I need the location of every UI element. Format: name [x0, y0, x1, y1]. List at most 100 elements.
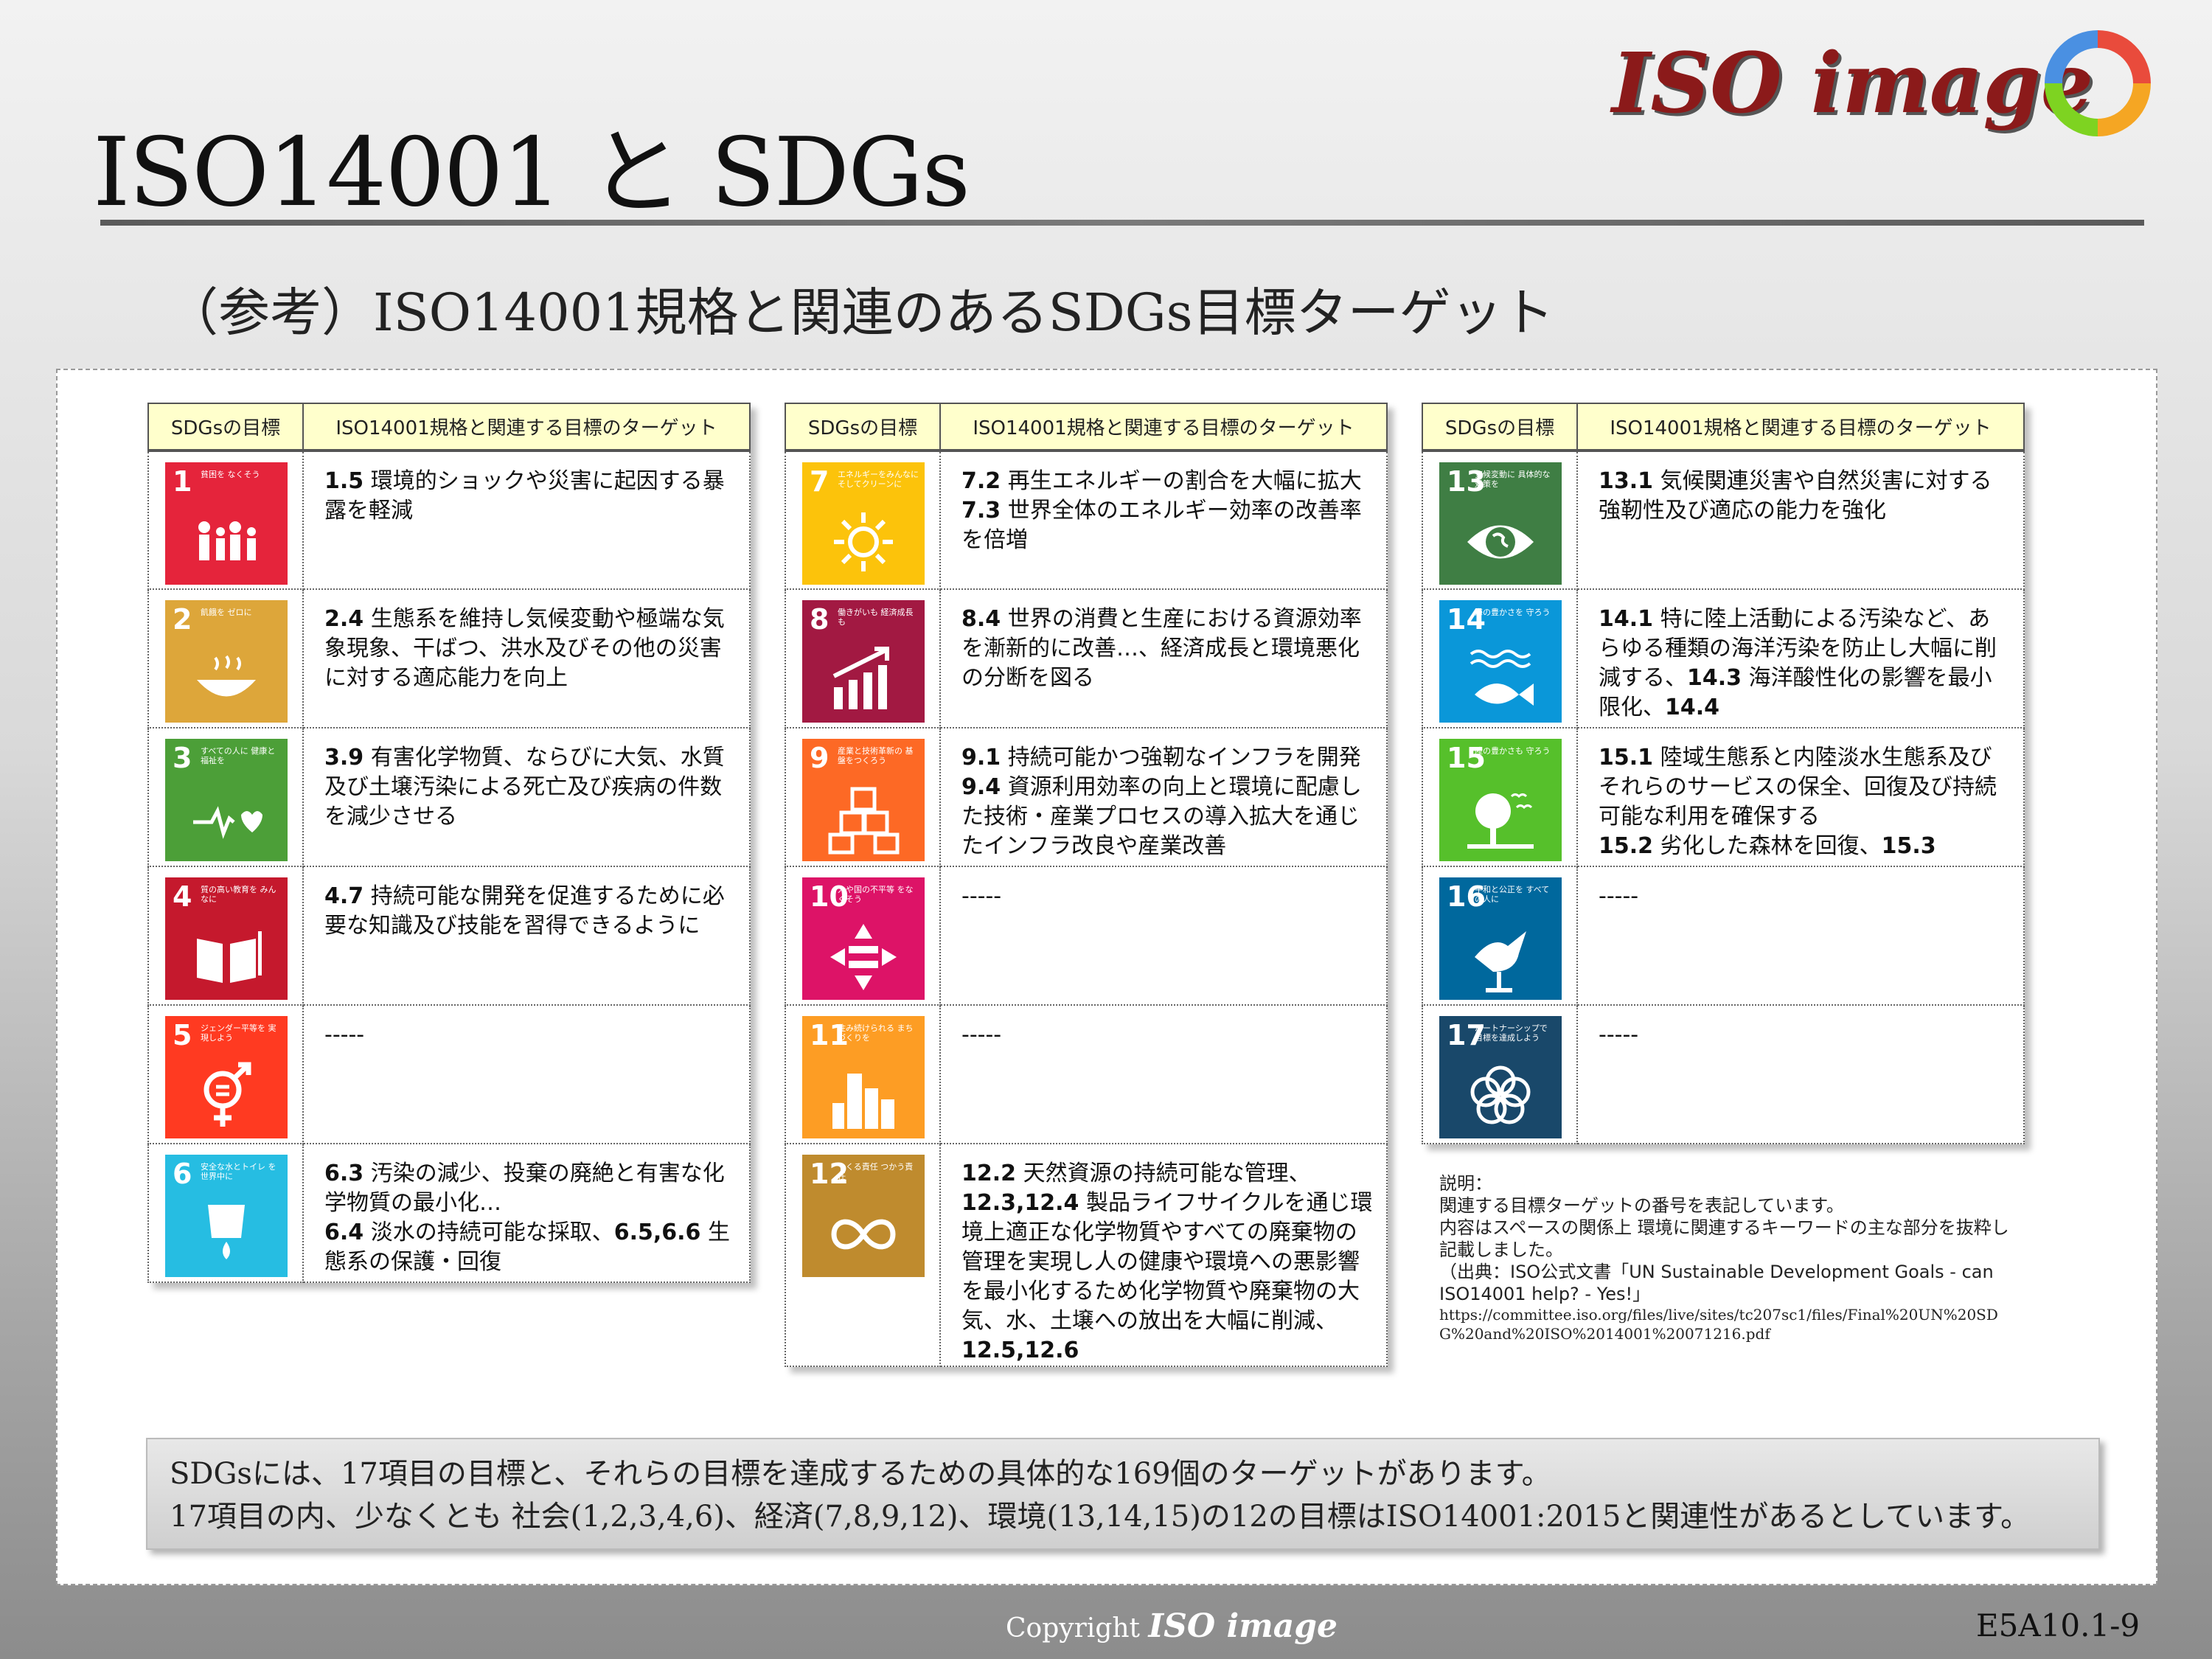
- sdg-goal-7-tile: 7 エネルギーをみんなに そしてクリーンに: [802, 462, 925, 585]
- target-number: 3.9: [324, 745, 364, 771]
- target-cell: 1.5 環境的ショックや災害に起因する暴露を軽減: [302, 450, 751, 590]
- target-text: 有害化学物質、ならびに大気、水質及び土壌汚染による死亡及び疾病の件数を減少させる: [324, 745, 725, 830]
- target-number: 12.3,12.4: [961, 1190, 1079, 1216]
- table-row: 15 陸の豊かさも 守ろう 15.1 陸域生態系と内陸淡水生態系及びそれらのサービス…: [1422, 727, 2025, 867]
- table-row: 17 パートナーシップで 目標を達成しよう -----: [1422, 1004, 2025, 1144]
- target-number: 12.5,12.6: [961, 1338, 1079, 1363]
- sdg-goal-2-tile: 2 飢餓を ゼロに: [165, 600, 288, 723]
- target-number: 2.4: [324, 606, 364, 632]
- target-number: 6.6: [661, 1220, 701, 1245]
- target-text: -----: [1599, 883, 1639, 909]
- goal-cell: 2 飢餓を ゼロに: [147, 588, 304, 728]
- sdg-goal-12-tile: 12 つくる責任 つかう責任: [802, 1155, 925, 1277]
- goal-cell: 16 平和と公正を すべての人に: [1422, 866, 1578, 1006]
- sdg-goal-9-tile: 9 産業と技術革新の 基盤をつくろう: [802, 739, 925, 861]
- target-text: -----: [1599, 1022, 1639, 1048]
- title-divider: [100, 220, 2144, 226]
- note-source: （出典：ISO公式文書「UN Sustainable Development G…: [1439, 1262, 1994, 1304]
- goal-cell: 7 エネルギーをみんなに そしてクリーンに: [785, 450, 941, 590]
- sdg-goal-4-tile: 4 質の高い教育を みんなに: [165, 877, 288, 1000]
- eye-globe-icon: [1467, 525, 1534, 559]
- cycle-ring-icon: [2045, 30, 2151, 136]
- footer-brand: ISO image: [1148, 1607, 1338, 1645]
- target-cell: 7.2 再生エネルギーの割合を大幅に拡大 7.3 世界全体のエネルギー効率の改善率…: [939, 450, 1388, 590]
- goal-number: 3: [173, 742, 192, 774]
- page-subtitle: （参考）ISO14001規格と関連のあるSDGs目標ターゲット: [167, 282, 1554, 343]
- table-row: 8 働きがいも 経済成長も 8.4 世界の消費と生産における資源効率を漸新的に改善……: [785, 588, 1388, 728]
- target-cell: 3.9 有害化学物質、ならびに大気、水質及び土壌汚染による死亡及び疾病の件数を減…: [302, 727, 751, 867]
- target-number: 9.4: [961, 774, 1001, 800]
- goal-number: 6: [173, 1158, 192, 1190]
- sdg-goal-11-tile: 11 住み続けられる まちづくりを: [802, 1016, 925, 1138]
- table-row: 7 エネルギーをみんなに そしてクリーンに 7.2 再生エネルギーの割合を大幅に拡大…: [785, 450, 1388, 590]
- sdg-goal-1-tile: 1 貧困を なくそう: [165, 462, 288, 585]
- target-number: 4.7: [324, 883, 364, 909]
- book-icon: [197, 931, 262, 983]
- summary-line: 17項目の内、少なくとも 社会(1,2,3,4,6)、経済(7,8,9,12)、…: [170, 1500, 2031, 1534]
- target-number: 13.1: [1599, 468, 1654, 494]
- goal-label: つくる責任 つかう責任: [838, 1162, 914, 1181]
- target-text: -----: [324, 1022, 365, 1048]
- water-icon: [208, 1205, 245, 1259]
- goal-label: 産業と技術革新の 基盤をつくろう: [838, 746, 914, 765]
- target-number: 14.1: [1599, 606, 1654, 632]
- sun-icon: [834, 512, 893, 571]
- goal-cell: 10 人や国の不平等 をなくそう: [785, 866, 941, 1006]
- target-cell: 4.7 持続可能な開発を促進するために必要な知識及び技能を習得できるように: [302, 866, 751, 1006]
- goal-label: 飢餓を ゼロに: [201, 608, 252, 617]
- goal-cell: 17 パートナーシップで 目標を達成しよう: [1422, 1004, 1578, 1144]
- sdg-goal-8-tile: 8 働きがいも 経済成長も: [802, 600, 925, 723]
- goal-cell: 3 すべての人に 健康と福祉を: [147, 727, 304, 867]
- target-text: -----: [961, 883, 1002, 909]
- goal-number: 7: [810, 465, 830, 498]
- iso-image-logo: ISO image: [1612, 28, 2157, 161]
- target-number: 12.2: [961, 1161, 1017, 1186]
- target-cell: 9.1 持続可能かつ強靭なインフラを開発 9.4 資源利用効率の向上と環境に配慮し…: [939, 727, 1388, 867]
- target-cell: 2.4 生態系を維持し気候変動や極端な気象現象、干ばつ、洪水及びその他の災害に対…: [302, 588, 751, 728]
- goal-label: 住み続けられる まちづくりを: [838, 1023, 914, 1043]
- explanation-note: 説明： 関連する目標ターゲットの番号を表記しています。 内容はスペースの関係上 …: [1439, 1172, 2014, 1343]
- target-text: 生態系を維持し気候変動や極端な気象現象、干ばつ、洪水及びその他の災害に対する適応…: [324, 606, 725, 691]
- goal-number: 4: [173, 880, 192, 913]
- goal-cell: 9 産業と技術革新の 基盤をつくろう: [785, 727, 941, 867]
- goal-label: 貧困を なくそう: [201, 470, 260, 479]
- table-row: 5 ジェンダー平等を 実現しよう -----: [147, 1004, 751, 1144]
- table-row: 1 貧困を なくそう 1.5 環境的ショックや災害に起因する暴露を軽減: [147, 450, 751, 590]
- sdg-goal-17-tile: 17 パートナーシップで 目標を達成しよう: [1439, 1016, 1562, 1138]
- target-cell: -----: [1576, 1004, 2025, 1144]
- table-row: 4 質の高い教育を みんなに 4.7 持続可能な開発を促進するために必要な知識及び技…: [147, 866, 751, 1006]
- target-text: 再生エネルギーの割合を大幅に拡大: [1001, 468, 1362, 494]
- goal-cell: 8 働きがいも 経済成長も: [785, 588, 941, 728]
- goal-label: 働きがいも 経済成長も: [838, 608, 914, 627]
- note-heading: 説明：: [1439, 1173, 1492, 1194]
- goal-label: 海の豊かさを 守ろう: [1475, 608, 1551, 617]
- goal-cell: 1 貧困を なくそう: [147, 450, 304, 590]
- note-url[interactable]: https://committee.iso.org/files/live/sit…: [1439, 1305, 2014, 1343]
- table-header-row: SDGsの目標 ISO14001規格と関連する目標のターゲット: [147, 403, 751, 452]
- target-number: 6.3: [324, 1161, 364, 1186]
- target-number: 15.2: [1599, 833, 1654, 859]
- target-text: 淡水の持続可能な採取、: [364, 1220, 614, 1245]
- table-row: 10 人や国の不平等 をなくそう -----: [785, 866, 1388, 1006]
- table-row: 9 産業と技術革新の 基盤をつくろう 9.1 持続可能かつ強靭なインフラを開発 9.4…: [785, 727, 1388, 867]
- note-line: 関連する目標ターゲットの番号を表記しています。: [1439, 1195, 1844, 1216]
- goal-cell: 6 安全な水とトイレ を世界中に: [147, 1143, 304, 1283]
- sdg-table-2: SDGsの目標 ISO14001規格と関連する目標のターゲット 7 エネルギーをみんな…: [785, 403, 1388, 1367]
- table-row: 3 すべての人に 健康と福祉を 3.9 有害化学物質、ならびに大気、水質及び土壌汚染…: [147, 727, 751, 867]
- header-goal: SDGsの目標: [1422, 403, 1578, 452]
- goal-cell: 4 質の高い教育を みんなに: [147, 866, 304, 1006]
- target-text: 陸域生態系と内陸淡水生態系及びそれらのサービスの保全、回復及び持続可能な利用を確…: [1599, 745, 1997, 830]
- growth-chart-icon: [832, 647, 889, 709]
- table-row: 6 安全な水とトイレ を世界中に 6.3 汚染の減少、投棄の廃絶と有害な化学物質の最…: [147, 1143, 751, 1283]
- target-text: 環境的ショックや災害に起因する暴露を軽減: [324, 468, 725, 524]
- city-icon: [832, 1074, 894, 1129]
- goal-label: 陸の豊かさも 守ろう: [1475, 746, 1551, 756]
- header-target: ISO14001規格と関連する目標のターゲット: [302, 403, 751, 452]
- sdg-goal-5-tile: 5 ジェンダー平等を 実現しよう: [165, 1016, 288, 1138]
- target-text: -----: [961, 1022, 1002, 1048]
- goal-label: エネルギーをみんなに そしてクリーンに: [838, 470, 919, 489]
- target-number: 7.3: [961, 498, 1001, 524]
- header-goal: SDGsの目標: [785, 403, 941, 452]
- target-number: 15.1: [1599, 745, 1654, 771]
- target-cell: -----: [1576, 866, 2025, 1006]
